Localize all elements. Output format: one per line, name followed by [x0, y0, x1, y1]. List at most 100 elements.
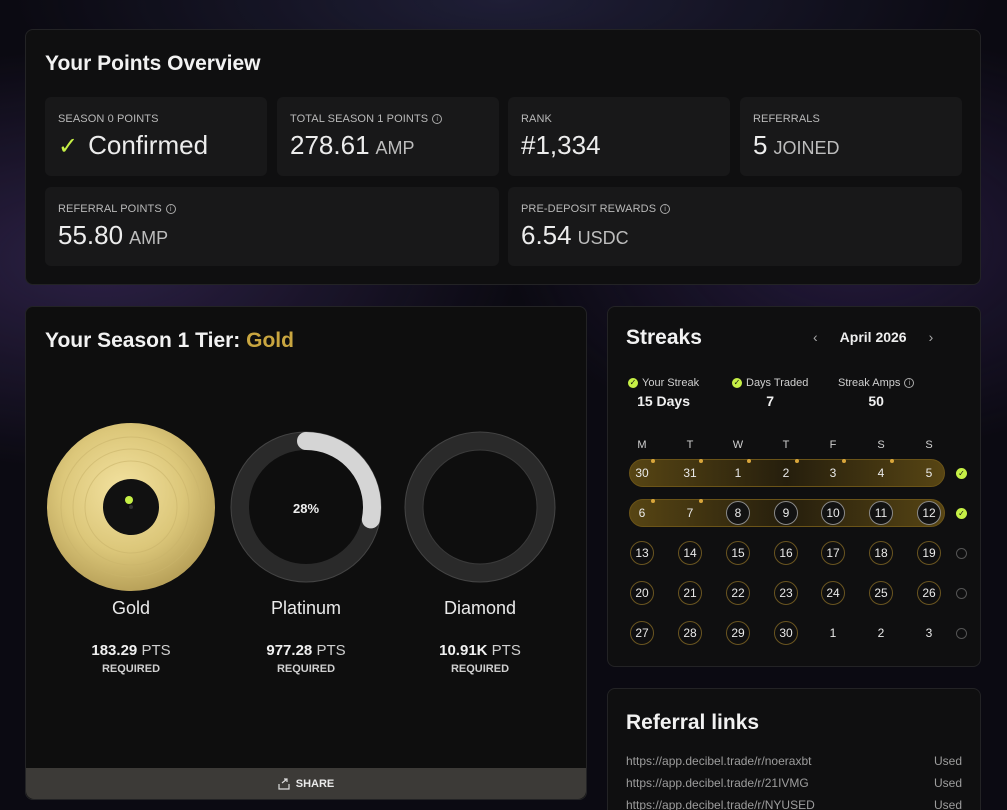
tier-title-prefix: Your Season 1 Tier: [45, 329, 241, 352]
calendar-day[interactable]: 27 [630, 621, 654, 645]
calendar-day[interactable]: 12 [917, 501, 941, 525]
calendar-day[interactable]: 24 [821, 581, 845, 605]
referral-link-url[interactable]: https://app.decibel.trade/r/21IVMG [626, 776, 809, 790]
calendar-day[interactable]: 4 [869, 461, 893, 485]
weekday-label: M [637, 439, 647, 451]
tier-diamond-pts: 10.91K [439, 642, 488, 659]
referral-link-row[interactable]: https://app.decibel.trade/r/21IVMG Used [626, 776, 962, 790]
referral-link-url[interactable]: https://app.decibel.trade/r/NYUSED [626, 798, 815, 810]
tier-platinum-pts: 977.28 [266, 642, 313, 659]
next-month-icon[interactable]: › [929, 329, 934, 345]
tier-diamond-name: Diamond [443, 598, 517, 618]
calendar-day[interactable]: 7 [678, 501, 702, 525]
calendar-day[interactable]: 13 [630, 541, 654, 565]
week-incomplete-icon [956, 548, 967, 559]
calendar-day[interactable]: 3 [821, 461, 845, 485]
tier-current: Gold [246, 329, 294, 352]
calendar-day[interactable]: 28 [678, 621, 702, 645]
season-tier-card: Your Season 1 Tier: Gold Gold 183.29 PTS… [25, 306, 587, 800]
season0-value-row: ✓ Confirmed [58, 130, 208, 161]
calendar-day[interactable]: 2 [774, 461, 798, 485]
tier-title: Your Season 1 Tier: Gold [45, 329, 294, 353]
tier-platinum: 28% Platinum 977.28 PTS REQUIRED [221, 422, 391, 675]
calendar-day[interactable]: 6 [630, 501, 654, 525]
gold-record-icon [47, 423, 215, 591]
info-icon[interactable]: i [660, 204, 671, 214]
prev-month-icon[interactable]: ‹ [813, 329, 818, 345]
calendar-day[interactable]: 18 [869, 541, 893, 565]
pre-deposit-value: 6.54 [521, 220, 572, 250]
calendar-day[interactable]: 29 [726, 621, 750, 645]
platinum-progress-ring: 28% [230, 431, 382, 583]
calendar-day[interactable]: 17 [821, 541, 845, 565]
calendar-day[interactable]: 31 [678, 461, 702, 485]
trade-marker [699, 499, 703, 503]
info-icon[interactable]: i [904, 378, 915, 388]
calendar-day[interactable]: 25 [869, 581, 893, 605]
calendar-day[interactable]: 30 [630, 461, 654, 485]
calendar-day[interactable]: 8 [726, 501, 750, 525]
tier-gold: Gold 183.29 PTS REQUIRED [46, 422, 216, 675]
calendar-day[interactable]: 11 [869, 501, 893, 525]
season0-value: Confirmed [88, 130, 209, 160]
calendar-day[interactable]: 30 [774, 621, 798, 645]
calendar-day[interactable]: 2 [869, 621, 893, 645]
share-icon [278, 777, 290, 790]
info-icon[interactable]: i [165, 204, 176, 214]
referral-link-status: Used [933, 776, 962, 790]
tier-gold-required: REQUIRED [101, 663, 161, 675]
your-streak-value: 15 Days [637, 393, 690, 409]
calendar-day[interactable]: 23 [774, 581, 798, 605]
calendar-day[interactable]: 14 [678, 541, 702, 565]
points-overview-title: Your Points Overview [45, 52, 261, 75]
check-icon: ✓ [628, 378, 638, 388]
calendar-day[interactable]: 10 [821, 501, 845, 525]
referral-link-row[interactable]: https://app.decibel.trade/r/noeraxbt Use… [626, 754, 962, 768]
referrals-label: REFERRALS [753, 113, 820, 125]
month-nav: ‹ April 2026 › [813, 329, 933, 345]
referral-points-label: REFERRAL POINTS [58, 203, 162, 215]
referral-link-status: Used [933, 754, 962, 768]
total-season1-label: TOTAL SEASON 1 POINTS [290, 113, 429, 125]
calendar-day[interactable]: 16 [774, 541, 798, 565]
week-complete-icon: ✓ [956, 468, 967, 479]
tier-diamond: Diamond 10.91K PTS REQUIRED [395, 422, 565, 675]
rank-label: RANK [521, 113, 552, 125]
streaks-title: Streaks [626, 326, 702, 349]
referrals-unit: JOINED [773, 138, 840, 158]
calendar-day[interactable]: 9 [774, 501, 798, 525]
total-season1-unit: AMP [375, 138, 415, 158]
calendar-day[interactable]: 15 [726, 541, 750, 565]
referral-link-url[interactable]: https://app.decibel.trade/r/noeraxbt [626, 754, 811, 768]
calendar-day[interactable]: 3 [917, 621, 941, 645]
season0-stat: SEASON 0 POINTS ✓ Confirmed [45, 97, 267, 176]
referrals-value: 5 [753, 130, 768, 160]
referral-link-row[interactable]: https://app.decibel.trade/r/NYUSED Used [626, 798, 962, 810]
referrals-stat: REFERRALS 5 JOINED [740, 97, 962, 176]
weekday-label: S [877, 439, 885, 451]
season0-label: SEASON 0 POINTS [58, 113, 159, 125]
calendar-day[interactable]: 21 [678, 581, 702, 605]
calendar-day[interactable]: 19 [917, 541, 941, 565]
week-complete-icon: ✓ [956, 508, 967, 519]
platinum-progress-label: 28% [293, 501, 319, 516]
share-button[interactable]: SHARE [26, 768, 586, 799]
trade-marker [699, 459, 703, 463]
referral-links-title: Referral links [626, 711, 760, 734]
weekday-label: S [925, 439, 933, 451]
calendar-day[interactable]: 20 [630, 581, 654, 605]
calendar-day[interactable]: 26 [917, 581, 941, 605]
share-label: SHARE [295, 777, 335, 790]
referral-links-card: Referral links https://app.decibel.trade… [607, 688, 981, 810]
referral-points-value: 55.80 [58, 220, 124, 250]
calendar-day[interactable]: 1 [821, 621, 845, 645]
total-season1-value: 278.61 [290, 130, 370, 160]
streak-amps-label: Streak Amps [838, 377, 901, 389]
calendar-day[interactable]: 22 [726, 581, 750, 605]
tier-diamond-required: REQUIRED [450, 663, 510, 675]
calendar-day[interactable]: 1 [726, 461, 750, 485]
pre-deposit-label: PRE-DEPOSIT REWARDS [521, 203, 657, 215]
info-icon[interactable]: i [432, 114, 443, 124]
tier-gold-pts: 183.29 [91, 642, 138, 659]
calendar-day[interactable]: 5 [917, 461, 941, 485]
